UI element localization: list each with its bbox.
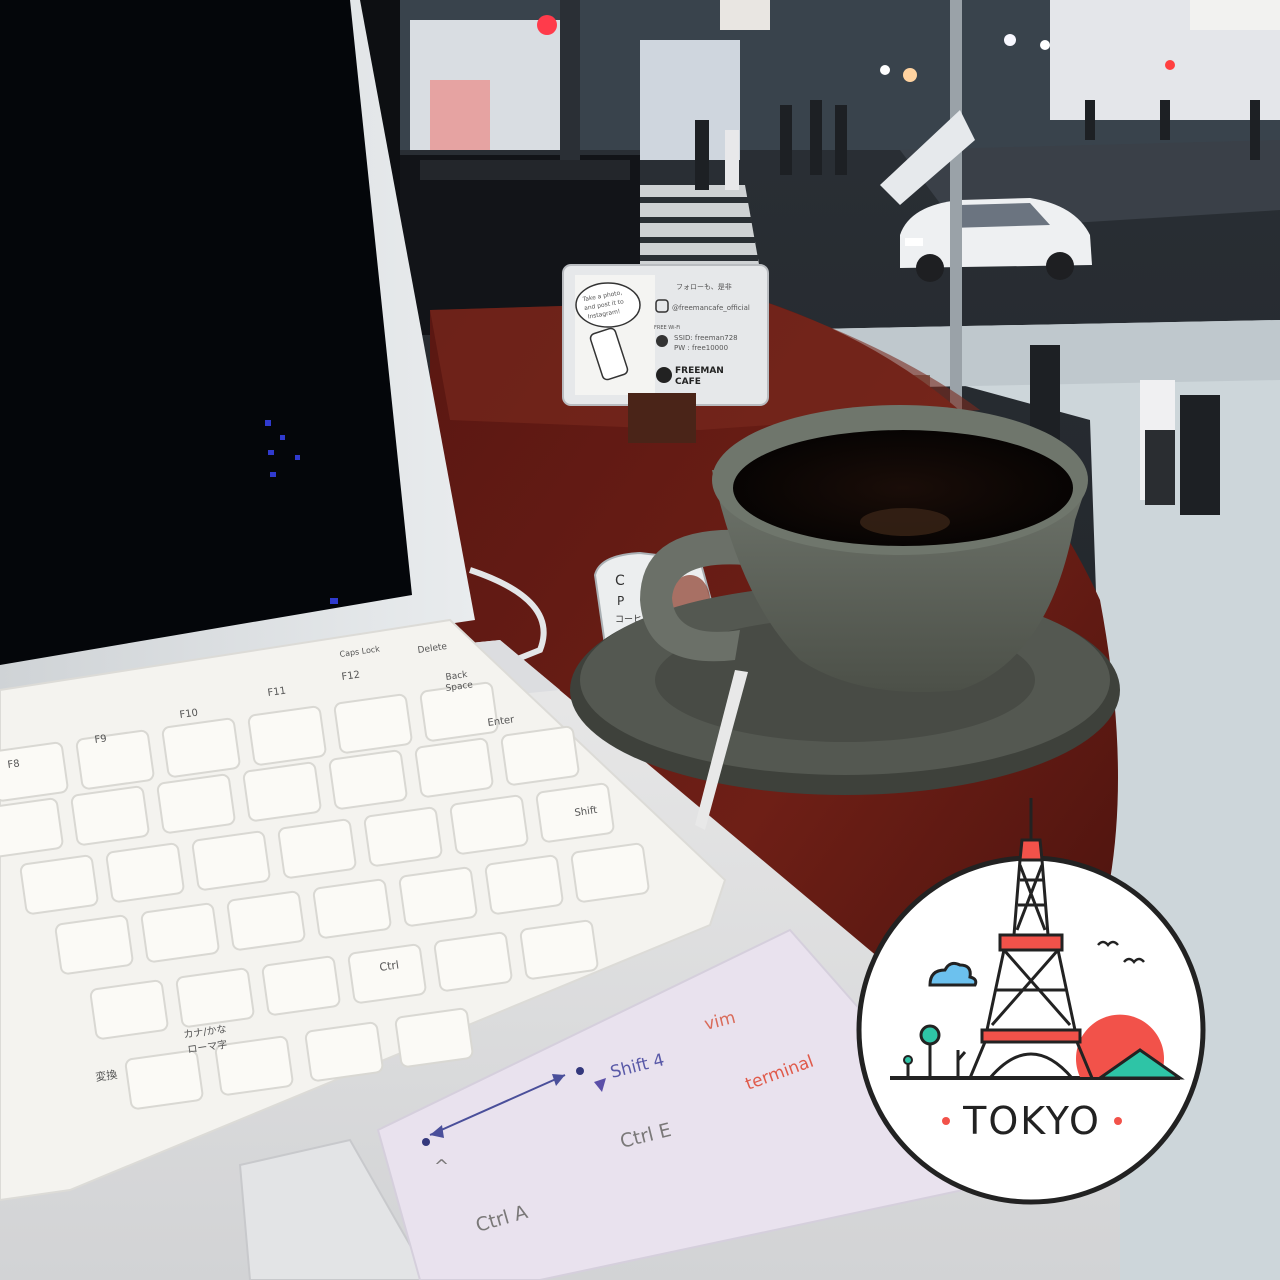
keycap [449, 794, 529, 855]
keycap [0, 741, 69, 802]
keycap [75, 729, 155, 790]
keycap [398, 866, 478, 927]
keycap [191, 830, 271, 891]
tent-card-brand-top: FREEMAN [675, 366, 724, 376]
keycap [226, 890, 306, 951]
keycap [519, 919, 599, 980]
keycap [175, 967, 255, 1028]
keycap [304, 1021, 384, 1082]
keycap [156, 773, 236, 834]
keycap [0, 797, 64, 858]
keycap [414, 737, 494, 798]
tent-card-instagram: @freemancafe_official [672, 304, 750, 312]
keycap [328, 749, 408, 810]
keycap [347, 943, 427, 1004]
keycap [140, 902, 220, 963]
keycap [312, 878, 392, 939]
tent-card-wifi-label: FREE Wi-Fi [654, 325, 680, 331]
keycap [70, 785, 150, 846]
creamer-line1: C [615, 573, 625, 589]
keycap [54, 914, 134, 975]
keycap [124, 1049, 204, 1110]
tree-icon [919, 1024, 941, 1046]
keycap [19, 854, 99, 915]
badge-text: TOKYO [962, 1099, 1101, 1143]
keycap [570, 842, 650, 903]
keycap [277, 818, 357, 879]
keycap [333, 693, 413, 754]
keycap [394, 1007, 474, 1068]
keycap [89, 979, 169, 1040]
keycap [433, 931, 513, 992]
keycap [247, 705, 327, 766]
keycap [500, 725, 580, 786]
tent-card-password: PW : free10000 [674, 344, 728, 352]
wifi-icon [656, 335, 668, 347]
note-caret: ^ [434, 1156, 449, 1177]
freeman-logo-icon [656, 367, 672, 383]
key-f8: F8 [7, 758, 21, 771]
tent-card-brand-bottom: CAFE [675, 377, 701, 387]
keycap [161, 717, 241, 778]
keycap [261, 955, 341, 1016]
keycap [484, 854, 564, 915]
tent-card-follow: フォローも、是非 [676, 282, 732, 291]
creamer-line2: P [617, 594, 624, 608]
photo-canvas: Take a photo, and post it to Instagram! … [0, 0, 1280, 1280]
key-ctrl: Ctrl [379, 958, 400, 974]
keycap [242, 761, 322, 822]
tent-card-ssid: SSID: freeman728 [674, 334, 738, 342]
key-f9: F9 [94, 733, 108, 746]
cafe-photo: Take a photo, and post it to Instagram! … [0, 0, 1280, 1280]
keycap [363, 806, 443, 867]
keycap [105, 842, 185, 903]
